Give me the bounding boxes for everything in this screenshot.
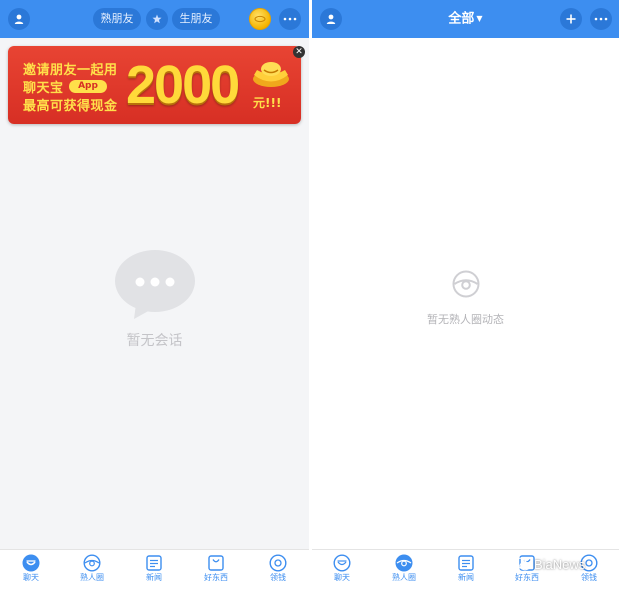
more-button[interactable] — [279, 8, 301, 30]
more-icon — [283, 17, 297, 21]
tab-news[interactable]: 新闻 — [441, 554, 491, 588]
wechat-icon — [513, 557, 531, 571]
chat-icon — [22, 554, 40, 572]
coin-button[interactable] — [249, 8, 271, 30]
chat-bubble-icon — [115, 250, 195, 319]
filter-dropdown-label: 全部 — [448, 11, 475, 27]
more-icon — [594, 17, 608, 21]
coin-icon — [254, 15, 266, 23]
news-icon — [458, 555, 474, 571]
tab-goods[interactable]: 好东西 — [191, 554, 241, 588]
news-icon — [146, 555, 162, 571]
close-icon: ✕ — [295, 47, 303, 57]
watermark: BiaNews — [513, 554, 585, 574]
tab-new-friends[interactable]: 生朋友 — [172, 8, 220, 30]
right-header: 全部 ▼ — [312, 0, 619, 38]
tab-goods-label: 好东西 — [515, 573, 539, 582]
add-post-button[interactable] — [560, 8, 582, 30]
banner-amount: 2000 — [126, 55, 240, 115]
empty-conversations-text: 暂无会话 — [126, 333, 183, 349]
tab-familiar-friends[interactable]: 熟朋友 — [93, 8, 141, 30]
user-icon — [14, 14, 24, 24]
banner-line-3: 最高可获得现金 — [23, 99, 118, 114]
tab-money-label: 领钱 — [270, 573, 286, 582]
banner-unit: 元!!! — [253, 96, 282, 110]
tab-chat[interactable]: 聊天 — [317, 554, 367, 588]
tab-money[interactable]: 领钱 — [253, 554, 303, 588]
gold-ingot-icon — [253, 62, 289, 87]
circle-icon — [395, 554, 413, 572]
tab-news-label: 新闻 — [146, 573, 162, 582]
plus-icon — [566, 14, 576, 24]
profile-button[interactable] — [8, 8, 30, 30]
banner-line-1: 邀请朋友一起用 — [23, 63, 118, 78]
shopping-bag-icon — [208, 555, 224, 571]
tab-news[interactable]: 新闻 — [129, 554, 179, 588]
circle-icon — [83, 554, 101, 572]
chevron-down-icon: ▼ — [476, 14, 483, 23]
money-icon — [269, 554, 287, 572]
tab-chat-label: 聊天 — [23, 573, 39, 582]
tab-moments[interactable]: 熟人圈 — [67, 554, 117, 588]
tab-moments[interactable]: 熟人圈 — [379, 554, 429, 588]
watermark-text: BiaNews — [534, 556, 586, 572]
tab-chat[interactable]: 聊天 — [6, 554, 56, 588]
left-chat-screen: 熟朋友 生朋友 邀请朋友一起用 聊天宝 App 最高可获得现金 2000 元!!… — [0, 0, 309, 589]
banner-line-2: 聊天宝 — [23, 81, 64, 96]
screenshot-root: 熟朋友 生朋友 邀请朋友一起用 聊天宝 App 最高可获得现金 2000 元!!… — [0, 0, 619, 589]
left-bottom-tabbar: 聊天 熟人圈 新闻 好东西 领钱 — [0, 549, 309, 589]
star-icon — [152, 14, 162, 24]
tab-goods-label: 好东西 — [204, 573, 228, 582]
chat-icon — [333, 554, 351, 572]
tab-news-label: 新闻 — [458, 573, 474, 582]
left-header: 熟朋友 生朋友 — [0, 0, 309, 38]
banner-close-button[interactable]: ✕ — [293, 46, 305, 58]
ring-icon — [452, 270, 480, 298]
app-badge: App — [69, 80, 107, 93]
tab-chat-label: 聊天 — [334, 573, 350, 582]
tab-moments-label: 熟人圈 — [392, 573, 416, 582]
invite-banner[interactable]: 邀请朋友一起用 聊天宝 App 最高可获得现金 2000 元!!! — [8, 46, 301, 124]
more-button[interactable] — [590, 8, 612, 30]
starred-button[interactable] — [146, 8, 168, 30]
tab-money-label: 领钱 — [581, 573, 597, 582]
tab-moments-label: 熟人圈 — [80, 573, 104, 582]
empty-moments-text: 暂无熟人圈动态 — [427, 313, 504, 326]
